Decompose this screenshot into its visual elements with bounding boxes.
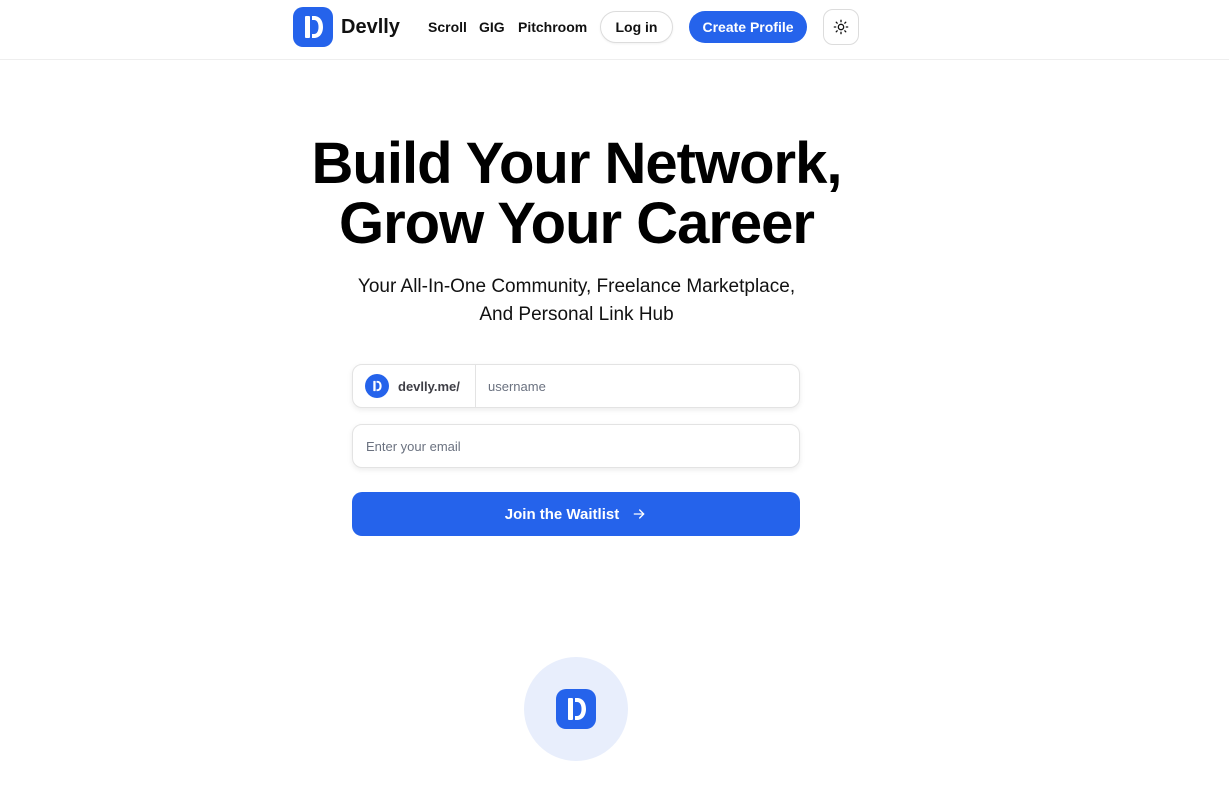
site-header: Devlly Scroll GIG Pitchroom Log in Creat… bbox=[0, 0, 1229, 60]
url-prefix: devlly.me/ bbox=[353, 365, 476, 407]
hero-title-line-1: Build Your Network, bbox=[311, 131, 843, 196]
email-input[interactable] bbox=[352, 424, 800, 468]
login-button[interactable]: Log in bbox=[600, 11, 673, 43]
profile-url-field: devlly.me/ bbox=[352, 364, 800, 408]
hero-title-line-2: Grow Your Career bbox=[338, 191, 815, 256]
hero-title: Build Your Network, Grow Your Career bbox=[0, 134, 1153, 254]
theme-toggle-button[interactable] bbox=[823, 9, 859, 45]
nav-link-pitchroom[interactable]: Pitchroom bbox=[518, 0, 587, 54]
hero-subtitle: Your All-In-One Community, Freelance Mar… bbox=[0, 273, 1153, 329]
nav-link-gig[interactable]: GIG bbox=[479, 0, 505, 54]
brand-link[interactable]: Devlly bbox=[293, 7, 400, 47]
username-input[interactable] bbox=[476, 365, 799, 407]
hero-subtitle-line-2: And Personal Link Hub bbox=[479, 304, 674, 325]
brand-name: Devlly bbox=[341, 15, 400, 38]
join-waitlist-label: Join the Waitlist bbox=[504, 505, 620, 523]
create-profile-button[interactable]: Create Profile bbox=[689, 11, 807, 43]
url-prefix-text: devlly.me/ bbox=[398, 378, 460, 394]
hero-subtitle-line-1: Your All-In-One Community, Freelance Mar… bbox=[357, 276, 796, 297]
arrow-right-icon bbox=[631, 506, 647, 522]
devlly-logo-icon bbox=[556, 689, 596, 729]
devlly-logo-icon bbox=[365, 374, 389, 398]
join-waitlist-button[interactable]: Join the Waitlist bbox=[352, 492, 800, 536]
logo-badge bbox=[524, 657, 628, 761]
sun-icon bbox=[833, 19, 849, 35]
nav-link-scroll[interactable]: Scroll bbox=[428, 0, 467, 54]
devlly-logo-icon bbox=[293, 7, 333, 47]
